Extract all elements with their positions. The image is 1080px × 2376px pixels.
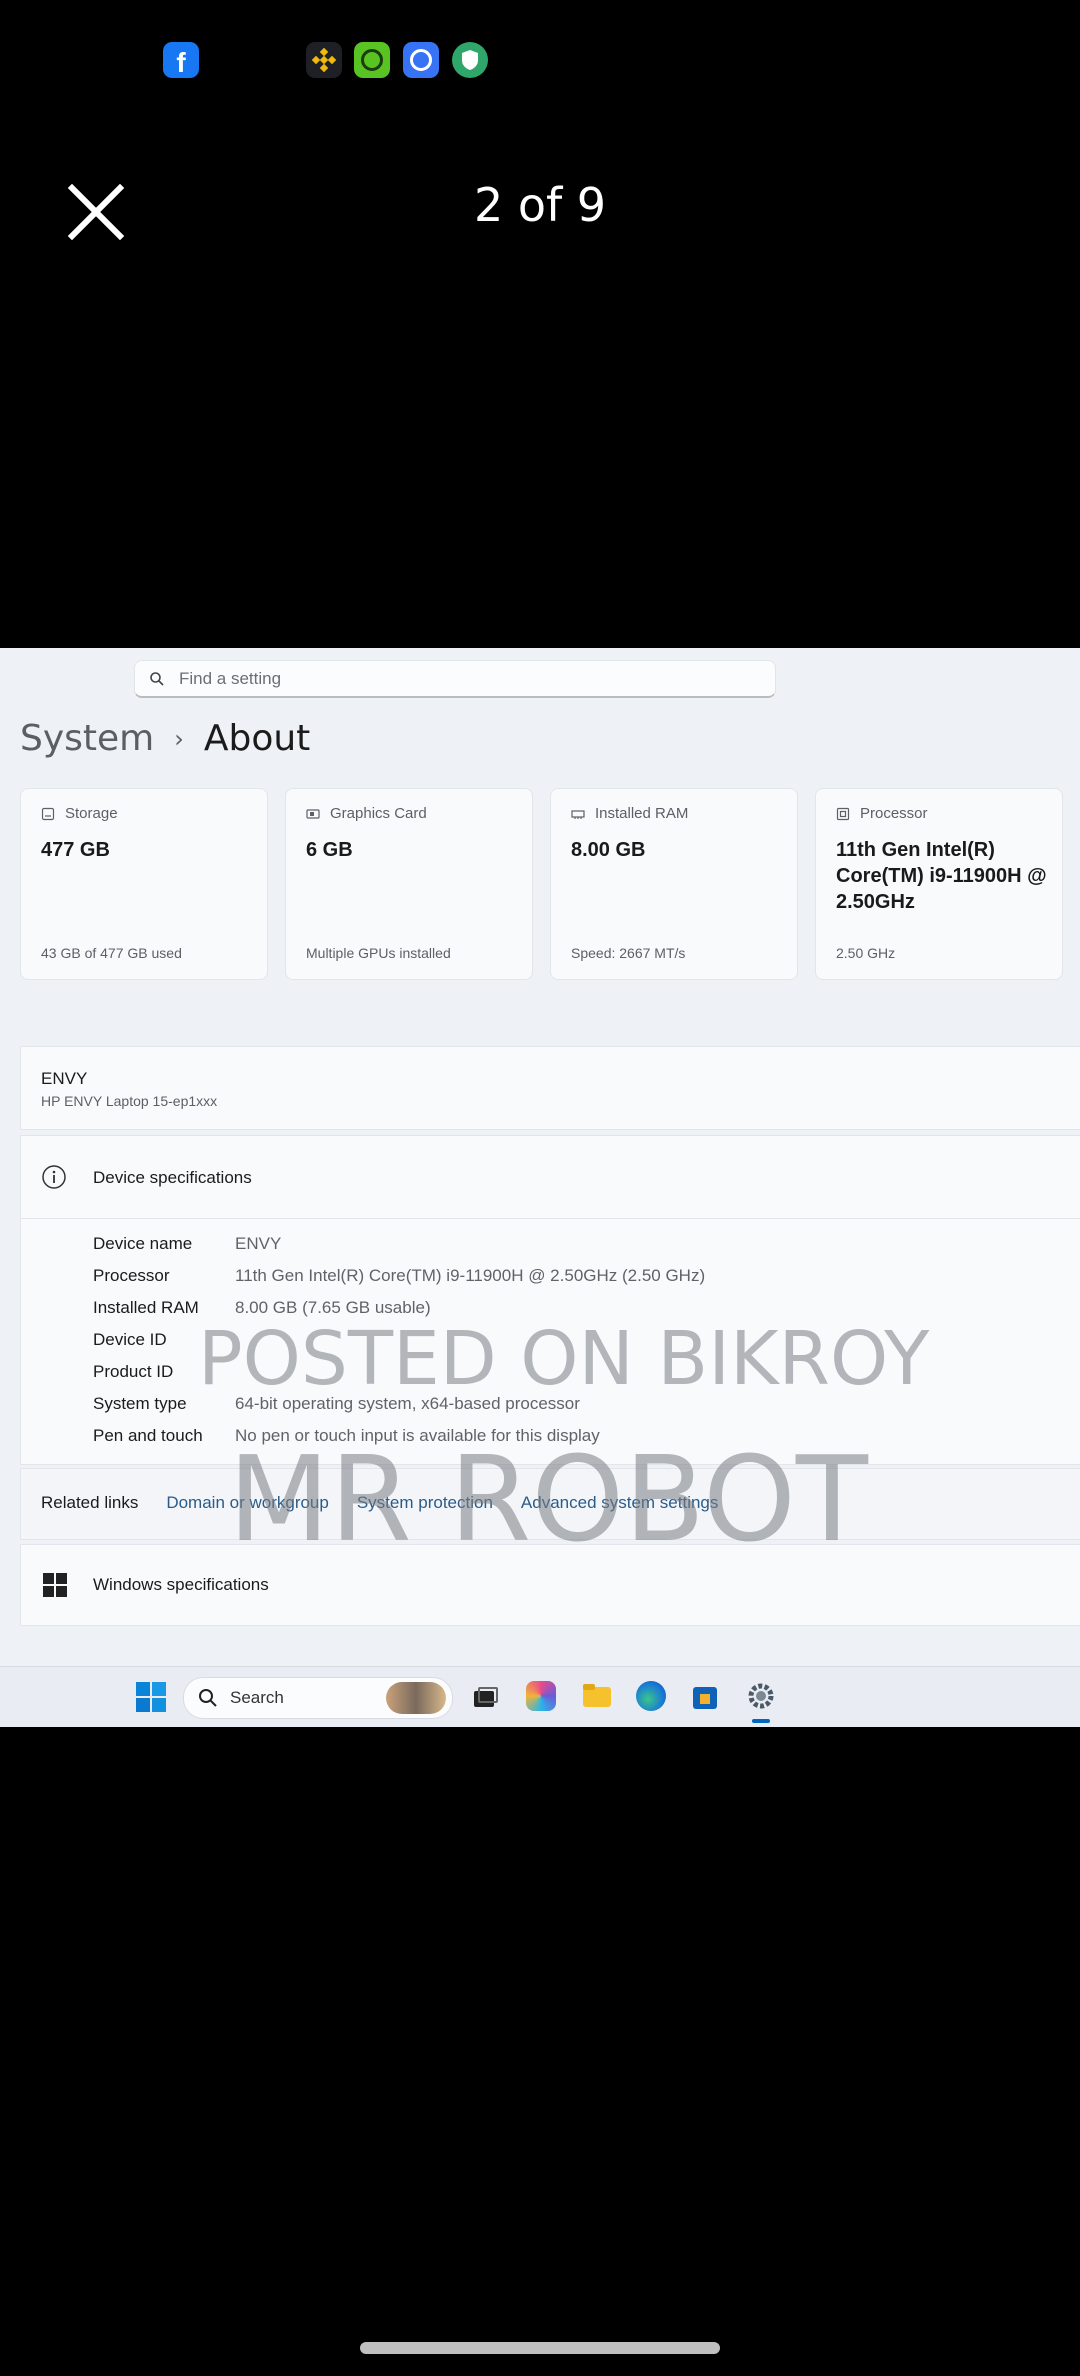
settings-screenshot: Find a setting System › About Storage 47… xyxy=(0,648,1080,1727)
find-setting-search[interactable]: Find a setting xyxy=(134,660,776,698)
spec-key: Pen and touch xyxy=(93,1426,203,1445)
spec-row-processor: Processor 11th Gen Intel(R) Core(TM) i9-1… xyxy=(93,1266,705,1286)
search-placeholder: Find a setting xyxy=(179,668,282,688)
ram-value: 8.00 GB xyxy=(571,839,646,861)
task-view-icon[interactable] xyxy=(470,1681,500,1711)
store-icon[interactable] xyxy=(690,1681,720,1711)
graphics-card-icon xyxy=(306,808,320,819)
device-name-panel[interactable]: ENVY HP ENVY Laptop 15-ep1xxx xyxy=(20,1046,1080,1130)
shield-app-icon xyxy=(452,42,488,78)
file-explorer-icon[interactable] xyxy=(582,1681,612,1711)
page-title: About xyxy=(203,718,311,759)
search-icon xyxy=(150,671,164,686)
home-indicator[interactable] xyxy=(360,2342,720,2354)
breadcrumb-separator: › xyxy=(174,724,184,753)
related-links-label: Related links xyxy=(41,1493,139,1512)
storage-value: 477 GB xyxy=(41,839,110,861)
spec-value: ENVY xyxy=(235,1234,282,1253)
storage-title: Storage xyxy=(65,805,118,822)
graphics-card-value: 6 GB xyxy=(306,839,353,861)
copilot-icon[interactable] xyxy=(526,1681,556,1711)
device-name: ENVY xyxy=(41,1069,88,1088)
spec-row-installed-ram: Installed RAM 8.00 GB (7.65 GB usable) xyxy=(93,1298,431,1318)
storage-card[interactable]: Storage 477 GB 43 GB of 477 GB used xyxy=(20,788,268,980)
windows-logo-icon xyxy=(43,1573,67,1597)
windows-specifications-title: Windows specifications xyxy=(93,1575,269,1594)
processor-title: Processor xyxy=(860,805,928,822)
facebook-icon: f xyxy=(163,42,199,78)
device-specifications-panel: Device specifications Device name ENVY Pr… xyxy=(20,1135,1080,1465)
processor-icon xyxy=(836,807,850,820)
breadcrumb-system[interactable]: System xyxy=(20,718,154,759)
processor-sub: 2.50 GHz xyxy=(836,945,896,961)
spec-key: Processor xyxy=(93,1266,170,1285)
spec-value: 8.00 GB (7.65 GB usable) xyxy=(235,1298,431,1317)
processor-value: 11th Gen Intel(R) Core(TM) i9-11900H @ 2… xyxy=(836,839,1047,913)
green-app-icon xyxy=(354,42,390,78)
spec-value: 11th Gen Intel(R) Core(TM) i9-11900H @ 2… xyxy=(235,1266,706,1285)
device-model: HP ENVY Laptop 15-ep1xxx xyxy=(41,1093,218,1109)
search-highlight-image xyxy=(386,1682,446,1714)
info-icon xyxy=(42,1165,66,1189)
graphics-card-title: Graphics Card xyxy=(330,805,427,822)
ram-sub: Speed: 2667 MT/s xyxy=(571,945,686,961)
taskbar: Search xyxy=(0,1666,1080,1727)
start-icon[interactable] xyxy=(136,1682,166,1712)
device-specifications-title: Device specifications xyxy=(93,1168,252,1187)
device-specifications-header[interactable]: Device specifications xyxy=(21,1136,1080,1219)
storage-sub: 43 GB of 477 GB used xyxy=(41,945,182,961)
graphics-card-card[interactable]: Graphics Card 6 GB Multiple GPUs install… xyxy=(285,788,533,980)
watermark-line1: POSTED ON BIKROY xyxy=(198,1316,930,1402)
spec-key: Device name xyxy=(93,1234,193,1253)
ram-title: Installed RAM xyxy=(595,805,689,822)
installed-ram-card[interactable]: Installed RAM 8.00 GB Speed: 2667 MT/s xyxy=(550,788,798,980)
binance-icon xyxy=(306,42,342,78)
ram-icon xyxy=(571,809,585,819)
storage-icon xyxy=(41,807,55,820)
blue-app-icon xyxy=(403,42,439,78)
search-icon xyxy=(199,1689,217,1707)
taskbar-search-label: Search xyxy=(230,1688,284,1707)
active-app-indicator xyxy=(752,1719,770,1723)
image-counter: 2 of 9 xyxy=(473,178,607,232)
breadcrumb: System › About xyxy=(20,718,310,759)
processor-card[interactable]: Processor 11th Gen Intel(R) Core(TM) i9-… xyxy=(815,788,1063,980)
watermark-line2: MR ROBOT xyxy=(228,1430,869,1568)
spec-key: Installed RAM xyxy=(93,1298,199,1317)
graphics-card-sub: Multiple GPUs installed xyxy=(306,945,451,961)
edge-icon[interactable] xyxy=(636,1681,666,1711)
spec-row-device-name: Device name ENVY xyxy=(93,1234,281,1254)
taskbar-search[interactable]: Search xyxy=(183,1677,453,1719)
settings-icon[interactable] xyxy=(746,1681,776,1711)
